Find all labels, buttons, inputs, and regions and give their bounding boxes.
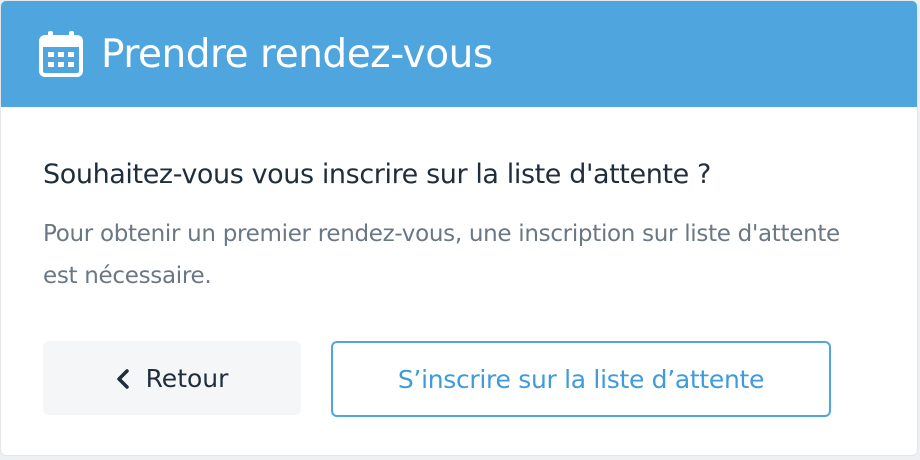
page-title: Prendre rendez-vous: [101, 31, 493, 77]
card-body: Souhaitez-vous vous inscrire sur la list…: [1, 107, 917, 297]
action-buttons: Retour S’inscrire sur la liste d’attente: [43, 341, 831, 417]
chevron-left-icon: [116, 367, 130, 389]
waitlist-description: Pour obtenir un premier rendez-vous, une…: [43, 221, 840, 290]
calendar-icon: [39, 31, 83, 77]
join-waitlist-label: S’inscrire sur la liste d’attente: [397, 364, 765, 394]
waitlist-question: Souhaitez-vous vous inscrire sur la list…: [43, 159, 711, 190]
appointment-card: Prendre rendez-vous Souhaitez-vous vous …: [0, 0, 918, 456]
join-waitlist-button[interactable]: S’inscrire sur la liste d’attente: [331, 341, 831, 417]
back-button-label: Retour: [145, 363, 229, 393]
back-button[interactable]: Retour: [43, 341, 301, 415]
card-header: Prendre rendez-vous: [1, 1, 917, 107]
